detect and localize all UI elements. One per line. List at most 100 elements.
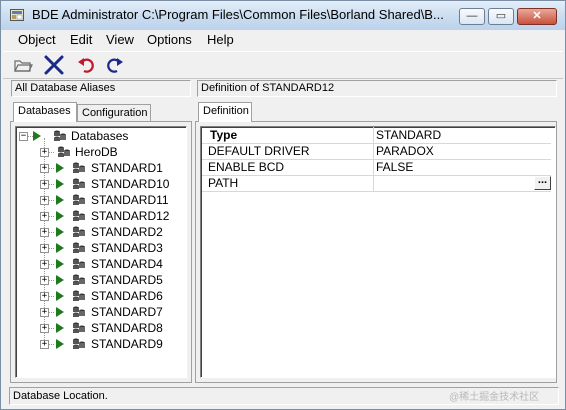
tree-item[interactable]: + HeroDB: [1, 144, 191, 160]
definition-key: PATH: [208, 176, 239, 190]
tree-item[interactable]: + STANDARD9: [1, 336, 191, 352]
app-icon: [10, 9, 24, 21]
tree-connector: [49, 344, 54, 345]
expand-toggle[interactable]: +: [40, 292, 49, 301]
expand-toggle[interactable]: +: [40, 228, 49, 237]
expand-toggle[interactable]: +: [40, 244, 49, 253]
tree-item-label: STANDARD7: [91, 305, 163, 319]
right-pane-header: Definition of STANDARD12: [197, 80, 557, 97]
expand-toggle[interactable]: +: [40, 340, 49, 349]
tree-connector: [49, 200, 54, 201]
menu-view[interactable]: View: [106, 32, 134, 47]
definition-value[interactable]: FALSE: [376, 160, 413, 174]
menu-options[interactable]: Options: [147, 32, 192, 47]
tree-item-label: STANDARD11: [91, 193, 169, 207]
database-icon: [54, 130, 66, 141]
green-arrow-icon: [56, 275, 64, 285]
menu-object[interactable]: Object: [18, 32, 56, 47]
alias-db-icon: [73, 226, 85, 237]
alias-db-icon: [73, 338, 85, 349]
green-arrow-icon: [56, 307, 64, 317]
definition-row[interactable]: PATH: [202, 175, 551, 192]
expand-toggle[interactable]: +: [40, 276, 49, 285]
definition-value[interactable]: STANDARD: [376, 128, 441, 142]
expand-toggle[interactable]: +: [40, 148, 49, 157]
minimize-button[interactable]: —: [459, 8, 485, 25]
tree-connector: [49, 248, 54, 249]
tree-connector: [49, 328, 54, 329]
expand-toggle[interactable]: +: [40, 260, 49, 269]
tree-root[interactable]: − Databases: [1, 128, 191, 144]
tree-item-label: HeroDB: [75, 145, 118, 159]
expand-toggle[interactable]: +: [40, 308, 49, 317]
tree-item-label: STANDARD4: [91, 257, 163, 271]
tree-item[interactable]: + STANDARD1: [1, 160, 191, 176]
tree-connector: [49, 216, 54, 217]
alias-db-icon: [73, 274, 85, 285]
alias-db-icon: [73, 178, 85, 189]
alias-db-icon: [73, 290, 85, 301]
tree-item[interactable]: + STANDARD7: [1, 304, 191, 320]
redo-icon[interactable]: [103, 54, 125, 76]
definition-key: ENABLE BCD: [208, 160, 285, 174]
tree-item[interactable]: + STANDARD11: [1, 192, 191, 208]
green-arrow-icon: [56, 243, 64, 253]
definition-value[interactable]: PARADOX: [376, 144, 434, 158]
green-arrow-icon: [56, 211, 64, 221]
undo-icon[interactable]: [76, 54, 98, 76]
alias-db-icon: [73, 322, 85, 333]
tree-connector: [49, 168, 54, 169]
definition-row[interactable]: Type STANDARD: [202, 127, 551, 144]
tree-connector: [49, 312, 54, 313]
tree-item[interactable]: + STANDARD5: [1, 272, 191, 288]
close-button[interactable]: ✕: [517, 8, 557, 25]
menu-edit[interactable]: Edit: [70, 32, 92, 47]
open-folder-icon[interactable]: [12, 54, 34, 76]
green-arrow-icon: [56, 227, 64, 237]
tree-connector: [49, 280, 54, 281]
bde-administrator-window: BDE Administrator C:\Program Files\Commo…: [0, 0, 566, 410]
tree-item[interactable]: + STANDARD4: [1, 256, 191, 272]
collapse-toggle[interactable]: −: [19, 132, 28, 141]
tab-definition[interactable]: Definition: [198, 102, 252, 122]
tab-databases[interactable]: Databases: [13, 102, 77, 122]
tree-connector: [49, 152, 54, 153]
window-title: BDE Administrator C:\Program Files\Commo…: [32, 7, 444, 22]
expand-toggle[interactable]: +: [40, 212, 49, 221]
alias-db-icon: [73, 242, 85, 253]
tree-item[interactable]: + STANDARD2: [1, 224, 191, 240]
expand-toggle[interactable]: +: [40, 324, 49, 333]
tree-item-label: STANDARD2: [91, 225, 163, 239]
alias-db-icon: [73, 210, 85, 221]
expand-toggle[interactable]: +: [40, 180, 49, 189]
definition-row[interactable]: ENABLE BCD FALSE: [202, 159, 551, 176]
maximize-button[interactable]: ▭: [488, 8, 514, 25]
expand-toggle[interactable]: +: [40, 164, 49, 173]
definition-row[interactable]: DEFAULT DRIVER PARADOX: [202, 143, 551, 160]
left-pane-header: All Database Aliases: [11, 80, 191, 97]
tree-item[interactable]: + STANDARD3: [1, 240, 191, 256]
path-browse-button[interactable]: ...: [534, 175, 551, 190]
definition-key: Type: [210, 128, 238, 142]
definition-key: DEFAULT DRIVER: [208, 144, 310, 158]
alias-db-icon: [73, 306, 85, 317]
tree-item[interactable]: + STANDARD12: [1, 208, 191, 224]
green-arrow-icon: [56, 323, 64, 333]
tree-connector: [49, 264, 54, 265]
tree-item-label: STANDARD12: [91, 209, 170, 223]
tab-configuration[interactable]: Configuration: [77, 104, 151, 122]
alias-db-icon: [73, 258, 85, 269]
menu-bar: Object Edit View Options Help: [3, 30, 563, 50]
tree-item-label: STANDARD9: [91, 337, 163, 351]
tree-item[interactable]: + STANDARD6: [1, 288, 191, 304]
green-arrow-icon: [56, 163, 64, 173]
tree-item[interactable]: + STANDARD8: [1, 320, 191, 336]
green-arrow-icon: [33, 131, 41, 141]
title-bar[interactable]: BDE Administrator C:\Program Files\Commo…: [1, 1, 565, 30]
green-arrow-icon: [56, 259, 64, 269]
delete-x-icon[interactable]: [43, 54, 65, 76]
menu-help[interactable]: Help: [207, 32, 234, 47]
tree-item[interactable]: + STANDARD10: [1, 176, 191, 192]
toolbar: [3, 51, 563, 79]
expand-toggle[interactable]: +: [40, 196, 49, 205]
